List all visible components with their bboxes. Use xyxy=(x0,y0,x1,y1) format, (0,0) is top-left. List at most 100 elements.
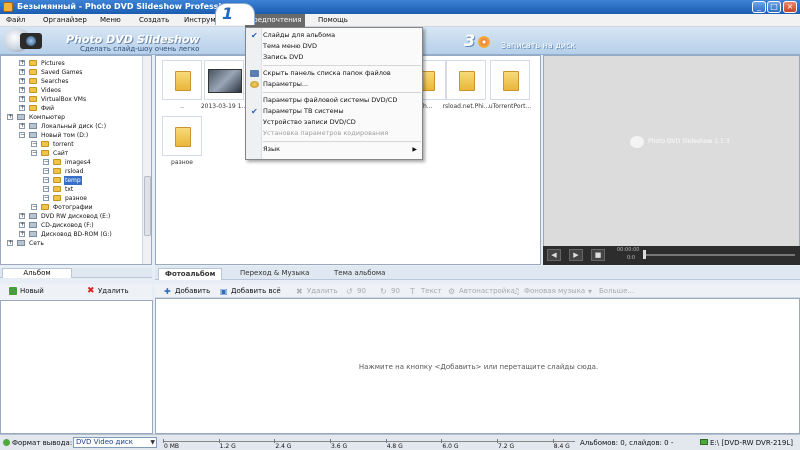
drive-icon xyxy=(29,132,37,138)
menu-item[interactable]: Тема меню DVD xyxy=(263,41,421,52)
menu-item[interactable]: Язык ▶ xyxy=(263,144,421,155)
status-bar: Формат вывода: DVD Video диск ▼ 0 MB 1.2 … xyxy=(0,434,800,450)
seek-handle[interactable] xyxy=(643,250,646,259)
expand-toggle-icon[interactable]: + xyxy=(19,78,25,84)
delete-icon: ✖ xyxy=(87,286,95,296)
expand-toggle-icon[interactable]: + xyxy=(19,123,25,129)
delete-album-button[interactable]: ✖ Удалить xyxy=(87,286,129,297)
expand-toggle-icon[interactable]: − xyxy=(31,204,37,210)
image-icon xyxy=(208,69,242,93)
new-icon xyxy=(9,287,17,295)
burner-drive[interactable]: E:\ [DVD-RW DVR-219L] xyxy=(700,439,793,447)
album-list[interactable] xyxy=(0,300,153,434)
slides-tool-button[interactable]: ✚ Добавить xyxy=(164,286,210,297)
expand-toggle-icon[interactable]: + xyxy=(19,60,25,66)
menu-item[interactable]: Параметры файловой системы DVD/CD xyxy=(263,95,421,106)
close-button[interactable]: × xyxy=(783,1,797,13)
folder-thumbnail[interactable]: .. xyxy=(162,60,202,112)
slides-tool-button[interactable]: ✖ Удалить xyxy=(296,286,338,297)
expand-toggle-icon[interactable]: − xyxy=(43,159,49,165)
expand-toggle-icon[interactable]: + xyxy=(7,114,13,120)
menu-item[interactable]: Запись DVD xyxy=(263,52,421,63)
expand-toggle-icon[interactable]: + xyxy=(19,105,25,111)
menu-item[interactable]: Скрыть панель списка папок файлов xyxy=(250,68,421,79)
tree-item-label: Saved Games xyxy=(41,69,83,76)
slides-tool-button[interactable]: ♫ Фоновая музыка xyxy=(513,286,585,297)
step-1-tab[interactable]: 1 xyxy=(215,3,255,25)
menu-file[interactable]: Файл xyxy=(3,14,28,27)
prev-button[interactable]: ◀ xyxy=(547,249,561,261)
slides-tool-button[interactable]: ▾ Больше... xyxy=(588,286,634,297)
slides-tool-button[interactable]: ↺ 90 xyxy=(346,286,366,297)
step-3-label[interactable]: Записать на диск xyxy=(501,41,575,50)
menu-item-label: Скрыть панель списка папок файлов xyxy=(263,69,391,77)
expand-toggle-icon[interactable]: − xyxy=(43,186,49,192)
folder-tree[interactable]: + Pictures + Saved Games + Searches + Videos + Vi… xyxy=(0,55,152,265)
expand-toggle-icon[interactable]: + xyxy=(19,222,25,228)
tree-item-label: rsload xyxy=(65,168,84,175)
tree-scrollbar[interactable] xyxy=(142,56,151,264)
tree-item-label: VirtualBox VMs xyxy=(41,96,87,103)
menu-item-label: Слайды для альбома xyxy=(263,31,336,39)
slides-tool-button[interactable]: ↻ 90 xyxy=(380,286,400,297)
menu-create[interactable]: Создать xyxy=(136,14,172,27)
menu-help[interactable]: Помощь xyxy=(315,14,351,27)
expand-toggle-icon[interactable]: − xyxy=(43,168,49,174)
thumbnail-frame xyxy=(446,60,486,100)
tree-item-label: DVD RW дисковод (E:) xyxy=(41,213,111,220)
menu-item[interactable]: Параметры... xyxy=(250,79,421,90)
album-count: Альбомов: 0, слайдов: 0 - xyxy=(580,439,674,447)
tab-photo-album[interactable]: Фотоальбом xyxy=(158,268,223,280)
camera-lens-icon xyxy=(26,36,36,46)
tab-album-theme[interactable]: Тема альбома xyxy=(328,268,391,280)
menu-menu[interactable]: Меню xyxy=(97,14,124,27)
expand-toggle-icon[interactable]: + xyxy=(7,240,13,246)
capacity-tick-label: 0 MB xyxy=(164,443,180,450)
expand-toggle-icon[interactable]: + xyxy=(19,96,25,102)
folder-thumbnail[interactable]: разное xyxy=(162,116,202,168)
folder-thumbnail[interactable]: rsload.net.Phi... xyxy=(443,60,489,112)
play-button[interactable]: ▶ xyxy=(569,249,583,261)
format-select[interactable]: DVD Video диск ▼ xyxy=(73,437,157,448)
menu-item-label: Параметры файловой системы DVD/CD xyxy=(263,96,398,104)
tree-item-label: Сеть xyxy=(29,240,44,247)
menu-item[interactable]: ✔ Параметры ТВ системы xyxy=(251,106,421,117)
slides-tool-button[interactable]: ⚙ Автонастройка xyxy=(448,286,515,297)
tab-album[interactable]: Альбом xyxy=(2,268,72,278)
expand-toggle-icon[interactable]: + xyxy=(19,69,25,75)
menu-item[interactable]: Устройство записи DVD/CD xyxy=(263,117,421,128)
folder-icon xyxy=(53,177,61,183)
menu-organizer[interactable]: Органайзер xyxy=(40,14,90,27)
stop-button[interactable]: ■ xyxy=(591,249,605,261)
thumbnail-caption: разное xyxy=(171,159,193,166)
maximize-button[interactable]: □ xyxy=(767,1,781,13)
slides-tool-label: Добавить всё xyxy=(231,287,281,295)
expand-toggle-icon[interactable]: − xyxy=(31,141,37,147)
minimize-button[interactable]: _ xyxy=(752,1,766,13)
slides-tool-button[interactable]: ▣ Добавить всё xyxy=(220,286,281,297)
computer-icon xyxy=(17,114,25,120)
expand-toggle-icon[interactable]: − xyxy=(43,195,49,201)
step-3-number[interactable]: 3 xyxy=(464,31,475,50)
burn-disc-icon xyxy=(478,36,490,48)
expand-toggle-icon[interactable]: + xyxy=(19,87,25,93)
slides-drop-area[interactable]: Нажмите на кнопку <Добавить> или перетащ… xyxy=(155,298,800,434)
folder-icon xyxy=(41,150,49,156)
photo-thumbnail[interactable]: 2013-03-19 1... xyxy=(201,60,247,112)
menu-item[interactable]: ✔ Слайды для альбома xyxy=(251,30,421,41)
menu-item[interactable]: Установка параметров кодирования xyxy=(263,128,421,139)
expand-toggle-icon[interactable]: − xyxy=(19,132,25,138)
expand-toggle-icon[interactable]: − xyxy=(43,177,49,183)
capacity-tick-label: 2.4 G xyxy=(275,443,292,450)
expand-toggle-icon[interactable]: − xyxy=(31,150,37,156)
expand-toggle-icon[interactable]: + xyxy=(19,213,25,219)
folder-thumbnail[interactable]: uTorrentPort... xyxy=(489,60,531,112)
slides-tool-button[interactable]: T Текст xyxy=(410,286,442,297)
seek-track[interactable] xyxy=(645,254,795,256)
folder-icon xyxy=(175,71,191,91)
tab-transition-music[interactable]: Переход & Музыка xyxy=(234,268,315,280)
expand-toggle-icon[interactable]: + xyxy=(19,231,25,237)
tree-scroll-thumb[interactable] xyxy=(144,176,151,236)
new-album-button[interactable]: Новый xyxy=(9,286,44,297)
menu-separator xyxy=(263,92,421,93)
